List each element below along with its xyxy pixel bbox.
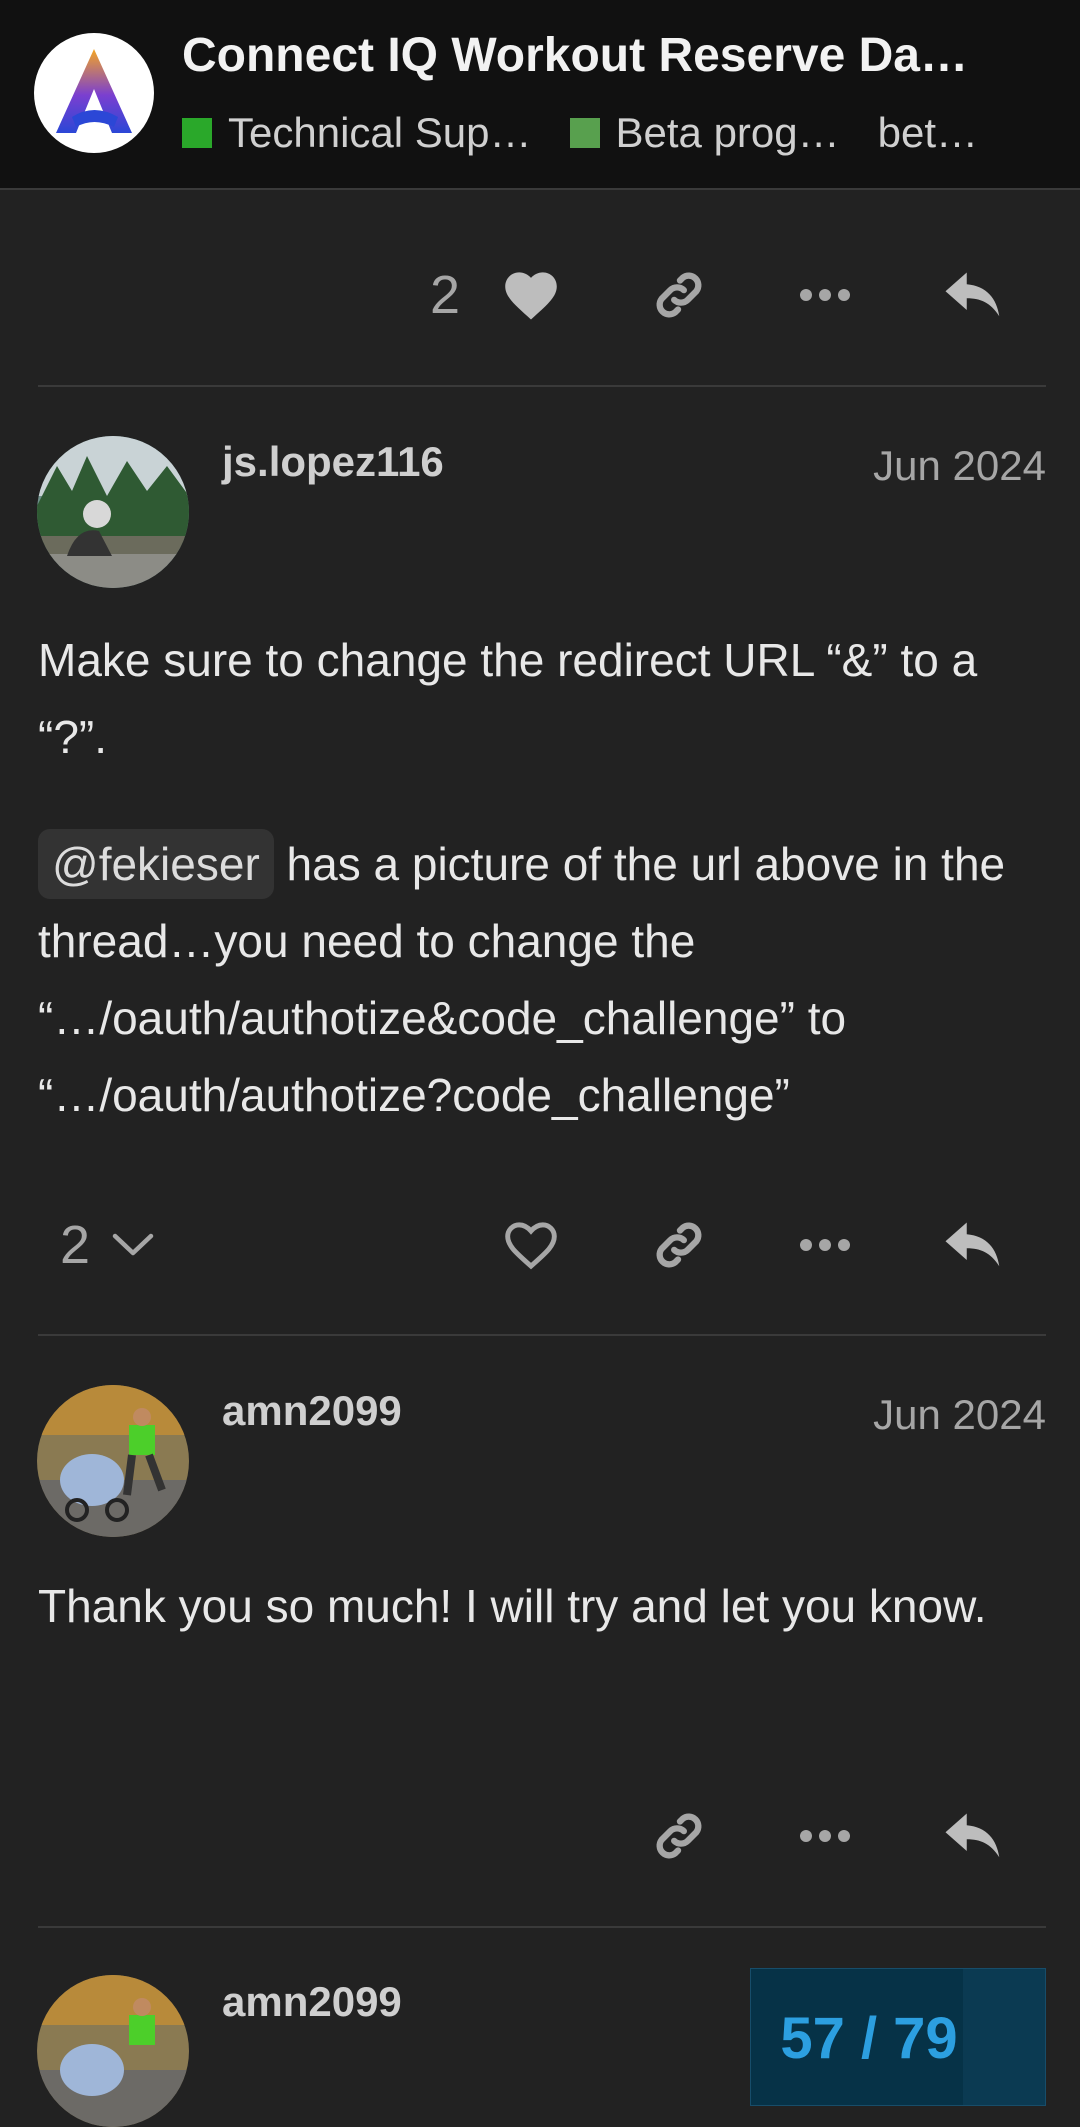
avatar[interactable]: [37, 1975, 189, 2127]
more-actions-button[interactable]: [792, 1791, 858, 1881]
replies-toggle-button[interactable]: 2: [60, 1200, 180, 1290]
reply-button[interactable]: [940, 1791, 1006, 1881]
ellipsis-icon: [800, 1830, 850, 1842]
post-actions: [0, 1791, 1080, 1881]
more-actions-button[interactable]: [792, 250, 858, 340]
post-actions: 2: [0, 250, 1080, 340]
user-mention-link[interactable]: @fekieser: [38, 829, 274, 899]
category-technical-support[interactable]: Technical Sup…: [182, 109, 532, 157]
avatar[interactable]: [37, 1385, 189, 1537]
copy-link-button[interactable]: [646, 1791, 712, 1881]
like-count[interactable]: 2: [420, 250, 470, 340]
like-button[interactable]: [498, 1200, 564, 1290]
post-username[interactable]: amn2099: [222, 1978, 402, 2026]
reply-icon: [945, 1813, 1000, 1858]
post-divider: [38, 1926, 1046, 1928]
progress-label: 57 / 79: [780, 2005, 958, 2071]
category-beta-program[interactable]: Beta prog…: [569, 109, 840, 157]
category-label: Beta prog…: [615, 109, 840, 156]
chevron-down-icon: [112, 1233, 154, 1256]
post-paragraph: Thank you so much! I will try and let yo…: [38, 1580, 987, 1632]
heart-outline-icon: [505, 1222, 557, 1270]
reply-icon: [945, 1222, 1000, 1267]
post-paragraph: @fekieser has a picture of the url above…: [38, 826, 1048, 1134]
reply-button[interactable]: [940, 1200, 1006, 1290]
link-icon: [656, 1222, 702, 1268]
post-username[interactable]: js.lopez116: [222, 438, 444, 486]
avatar[interactable]: [37, 436, 189, 588]
ellipsis-icon: [800, 1239, 850, 1251]
topic-progress-indicator[interactable]: 57 / 79: [750, 1968, 1046, 2106]
category-color-swatch: [569, 118, 600, 148]
post-divider: [38, 1334, 1046, 1336]
copy-link-button[interactable]: [646, 1200, 712, 1290]
replies-count: 2: [60, 1215, 91, 1275]
heart-filled-icon: [505, 272, 557, 320]
more-actions-button[interactable]: [792, 1200, 858, 1290]
post-body: Thank you so much! I will try and let yo…: [38, 1568, 1048, 1645]
tag-label: bet…: [877, 109, 979, 156]
link-icon: [656, 1813, 702, 1859]
ellipsis-icon: [800, 289, 850, 301]
reply-button[interactable]: [940, 250, 1006, 340]
copy-link-button[interactable]: [646, 250, 712, 340]
reply-icon: [945, 272, 1000, 317]
category-breadcrumbs: Technical Sup… Beta prog… bet…: [182, 108, 1016, 158]
site-logo[interactable]: [34, 33, 154, 153]
category-color-swatch: [182, 118, 212, 148]
post-date[interactable]: Jun 2024: [873, 442, 1046, 490]
post-divider: [38, 385, 1046, 387]
like-button[interactable]: [498, 250, 564, 340]
topic-title[interactable]: Connect IQ Workout Reserve Da…: [182, 28, 1042, 83]
link-icon: [656, 272, 702, 318]
post-paragraph: Make sure to change the redirect URL “&”…: [38, 634, 978, 763]
post-date[interactable]: Jun 2024: [873, 1391, 1046, 1439]
post-body: Make sure to change the redirect URL “&”…: [38, 622, 1048, 1134]
tag-beta[interactable]: bet…: [878, 109, 978, 157]
like-count-label: 2: [429, 265, 461, 325]
post-actions: 2: [0, 1200, 1080, 1290]
post-username[interactable]: amn2099: [222, 1387, 402, 1435]
category-label: Technical Sup…: [228, 109, 532, 156]
topic-header: Connect IQ Workout Reserve Da… Technical…: [0, 0, 1080, 190]
